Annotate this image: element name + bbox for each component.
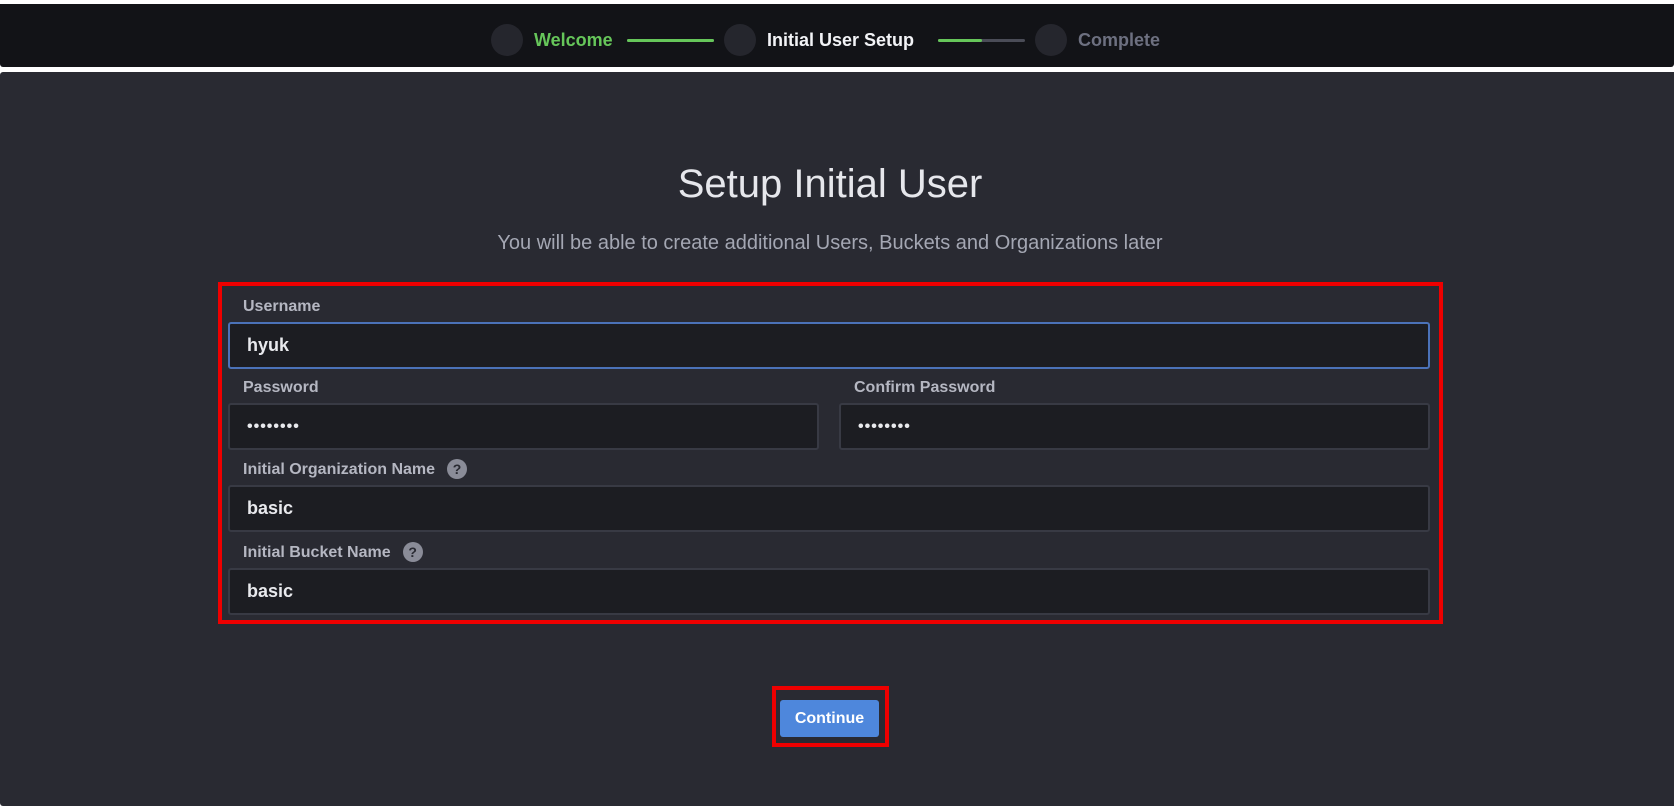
organization-name-input[interactable]: basic [228,485,1430,532]
step-connector-fill-2 [938,39,982,42]
step-connector-fill-1 [627,39,714,42]
step-connector-1 [627,39,714,42]
step-circle-icon [724,24,756,56]
step-connector-2 [938,39,1025,42]
organization-label: Initial Organization Name? [243,459,468,480]
bucket-label: Initial Bucket Name? [243,542,423,563]
step-welcome: Welcome [491,24,613,56]
step-circle-icon [491,24,523,56]
step-label-complete: Complete [1078,29,1161,50]
confirm-password-label: Confirm Password [854,379,996,396]
step-label-initial-user-setup: Initial User Setup [767,29,915,50]
continue-button[interactable]: Continue [780,700,879,737]
password-input[interactable]: •••••••• [228,403,819,450]
step-complete: Complete [1035,24,1160,56]
step-initial-user-setup: Initial User Setup [724,24,914,56]
bucket-label-text: Initial Bucket Name [243,544,391,562]
username-label: Username [243,298,321,315]
confirm-password-input[interactable]: •••••••• [839,403,1430,450]
help-icon[interactable]: ? [402,542,423,562]
bucket-name-input[interactable]: basic [228,568,1430,615]
help-icon[interactable]: ? [447,459,468,479]
step-label-welcome: Welcome [534,29,613,50]
page-subtitle: You will be able to create additional Us… [497,232,1163,254]
step-circle-icon [1035,24,1067,56]
username-input[interactable]: hyuk [228,322,1430,369]
page-title: Setup Initial User [677,162,983,206]
setup-stepper: Welcome Initial User Setup Complete [0,4,1674,67]
password-label: Password [243,379,319,396]
organization-label-text: Initial Organization Name [243,461,436,479]
app-window: Welcome Initial User Setup Complete Setu… [0,0,1679,811]
